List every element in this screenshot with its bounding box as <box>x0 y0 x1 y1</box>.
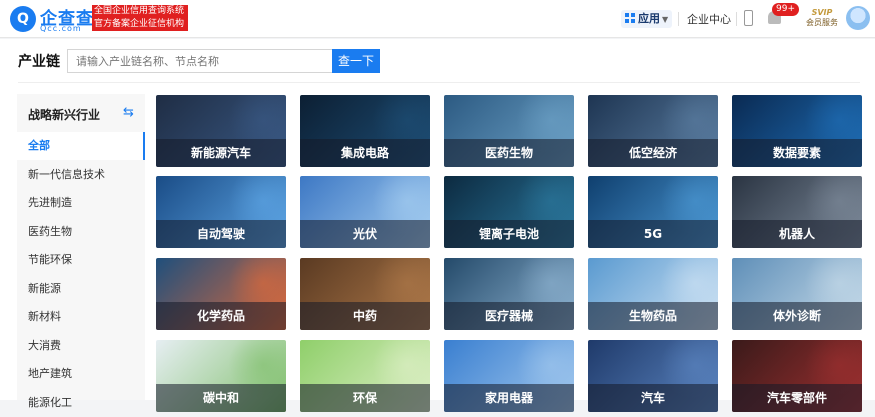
industry-card[interactable]: 汽车 <box>588 340 718 412</box>
member-service-label: 会员服务 <box>806 18 838 27</box>
industry-card[interactable]: 锂离子电池 <box>444 176 574 248</box>
industry-card-label: 光伏 <box>300 220 430 248</box>
industry-card[interactable]: 体外诊断 <box>732 258 862 330</box>
industry-card-label: 体外诊断 <box>732 302 862 330</box>
avatar[interactable] <box>846 6 870 30</box>
sidebar-item[interactable]: 医药生物 <box>17 218 145 246</box>
industry-card[interactable]: 5G <box>588 176 718 248</box>
industry-card[interactable]: 医疗器械 <box>444 258 574 330</box>
industry-card-label: 汽车 <box>588 384 718 412</box>
industry-card[interactable]: 光伏 <box>300 176 430 248</box>
industry-card[interactable]: 新能源汽车 <box>156 95 286 167</box>
slogan-line-2: 官方备案企业征信机构 <box>94 19 185 29</box>
industry-card[interactable]: 集成电路 <box>300 95 430 167</box>
industry-card-label: 新能源汽车 <box>156 139 286 167</box>
notification-count-badge: 99+ <box>772 3 799 16</box>
sidebar-heading: 战略新兴行业 <box>28 108 101 122</box>
main-content: 产业链 查一下 战略新兴行业 ⇆ 全部新一代信息技术先进制造医药生物节能环保新能… <box>0 39 875 412</box>
enterprise-center-link[interactable]: 企业中心 <box>687 11 731 27</box>
apps-label: 应用 <box>638 12 660 25</box>
divider <box>736 12 737 26</box>
sidebar-item[interactable]: 地产建筑 <box>17 360 145 388</box>
swap-icon[interactable]: ⇆ <box>123 105 134 120</box>
industry-card-label: 碳中和 <box>156 384 286 412</box>
industry-card-label: 生物药品 <box>588 302 718 330</box>
industry-card[interactable]: 汽车零部件 <box>732 340 862 412</box>
divider <box>678 12 679 26</box>
qcc-logo-icon[interactable]: Q <box>10 6 36 32</box>
industry-card-label: 数据要素 <box>732 139 862 167</box>
sidebar-item[interactable]: 节能环保 <box>17 246 145 274</box>
industry-card-label: 集成电路 <box>300 139 430 167</box>
industry-card[interactable]: 中药 <box>300 258 430 330</box>
industry-card[interactable]: 家用电器 <box>444 340 574 412</box>
industry-card[interactable]: 医药生物 <box>444 95 574 167</box>
industry-card[interactable]: 低空经济 <box>588 95 718 167</box>
apps-menu-button[interactable]: 应用 ▼ <box>621 10 673 28</box>
mobile-phone-icon[interactable] <box>744 10 753 26</box>
industry-card[interactable]: 化学药品 <box>156 258 286 330</box>
logo-domain: Qcc.com <box>40 24 82 33</box>
industry-card-label: 机器人 <box>732 220 862 248</box>
industry-card-label: 中药 <box>300 302 430 330</box>
sidebar-item[interactable]: 能源化工 <box>17 389 145 417</box>
industry-card-label: 汽车零部件 <box>732 384 862 412</box>
member-service-button[interactable]: SVIP 会员服务 <box>805 8 839 28</box>
industry-card[interactable]: 数据要素 <box>732 95 862 167</box>
sidebar-item[interactable]: 新一代信息技术 <box>17 161 145 189</box>
svip-label: SVIP <box>811 8 833 17</box>
industry-card[interactable]: 机器人 <box>732 176 862 248</box>
search-button[interactable]: 查一下 <box>332 49 380 73</box>
industry-card[interactable]: 碳中和 <box>156 340 286 412</box>
industry-sidebar: 战略新兴行业 ⇆ 全部 新一代信息技术 先进制造 医药生物 节能环保 新能源 新材料 大消费地… <box>17 94 145 409</box>
industry-card-label: 5G <box>588 220 718 248</box>
sidebar-item[interactable]: 先进制造 <box>17 189 145 217</box>
industry-card-label: 锂离子电池 <box>444 220 574 248</box>
industry-card-label: 环保 <box>300 384 430 412</box>
industry-card-label: 低空经济 <box>588 139 718 167</box>
sidebar-item[interactable]: 新能源 <box>17 275 145 303</box>
top-navigation-bar: Q 企查查 Qcc.com 全国企业信用查询系统 官方备案企业征信机构 应用 ▼ … <box>0 0 875 38</box>
divider <box>18 82 860 83</box>
slogan-line-1: 全国企业信用查询系统 <box>94 6 185 16</box>
sidebar-item[interactable]: 全部 <box>17 132 145 160</box>
page-title: 产业链 <box>18 54 60 70</box>
industry-card-label: 化学药品 <box>156 302 286 330</box>
industry-card[interactable]: 环保 <box>300 340 430 412</box>
sidebar-item[interactable]: 新材料 <box>17 303 145 331</box>
industry-card[interactable]: 自动驾驶 <box>156 176 286 248</box>
industry-card[interactable]: 生物药品 <box>588 258 718 330</box>
sidebar-item[interactable]: 大消费 <box>17 332 145 360</box>
grid-icon <box>625 13 635 23</box>
slogan-badge: 全国企业信用查询系统 官方备案企业征信机构 <box>92 5 188 31</box>
industry-card-label: 自动驾驶 <box>156 220 286 248</box>
search-input[interactable] <box>67 49 332 73</box>
industry-card-label: 医疗器械 <box>444 302 574 330</box>
industry-card-label: 家用电器 <box>444 384 574 412</box>
industry-card-label: 医药生物 <box>444 139 574 167</box>
chevron-down-icon: ▼ <box>662 15 669 24</box>
